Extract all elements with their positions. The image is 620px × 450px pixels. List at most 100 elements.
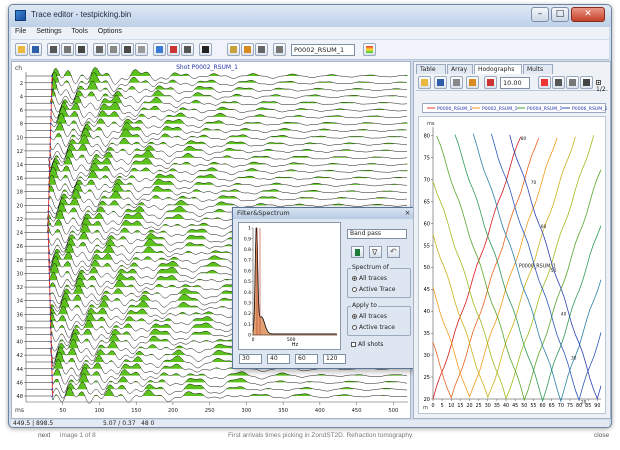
next-link[interactable]: next	[38, 432, 50, 439]
zoom-button[interactable]	[227, 43, 240, 56]
apply-active-trace-radio[interactable]: Active trace	[352, 324, 395, 331]
hodo-settings-button[interactable]	[466, 76, 479, 89]
filter-type-select[interactable]: Band pass	[347, 229, 407, 239]
trace-fill	[55, 128, 401, 138]
velocity-button[interactable]	[199, 43, 212, 56]
pick-point	[47, 197, 50, 200]
caption-text: First arrivals times picking in ZondST2D…	[228, 432, 414, 439]
hodo-zoom-input[interactable]: 10.00	[500, 77, 530, 89]
grid-button[interactable]	[121, 43, 134, 56]
gain-button[interactable]	[93, 43, 106, 56]
status-value: 5.07 / 0.37	[103, 420, 136, 427]
pick-point	[48, 184, 50, 186]
seismogram-panel[interactable]: Shot P0002_RSUM_1 ch ms 2 4 6 8 10 12 14 16 18 20…	[11, 61, 415, 419]
minimize-button[interactable]: –	[531, 7, 549, 22]
pick-point	[48, 286, 51, 288]
hodo-x-tick: 15	[457, 403, 463, 409]
filter-funnel-button[interactable]: ∇	[369, 246, 382, 258]
spectrum-active-trace-radio[interactable]: Active Trace	[352, 286, 395, 293]
tools-button[interactable]	[273, 43, 286, 56]
spectrum-y-tick: 0.7	[244, 258, 251, 264]
undo-button[interactable]	[255, 43, 268, 56]
hodo-scale-button[interactable]	[552, 76, 565, 89]
spectrum-all-traces-radio[interactable]: All traces	[352, 275, 387, 282]
hodo-copy-button[interactable]	[450, 76, 463, 89]
save-button[interactable]	[29, 43, 42, 56]
freq-input-1[interactable]: 30	[239, 354, 262, 364]
spectrum-x-tick: 0	[252, 337, 255, 343]
hodo-x-tick: 60	[540, 403, 546, 409]
dialog-close-button[interactable]: ×	[403, 209, 412, 218]
channel-tick-label: 40	[16, 340, 23, 346]
trace-select[interactable]: P0002_RSUM_1	[291, 44, 355, 56]
close-button[interactable]: ✕	[571, 7, 605, 22]
menu-options[interactable]: Options	[94, 27, 126, 36]
half-checkbox[interactable]: 1/2	[596, 79, 608, 93]
tab-array[interactable]: Array	[447, 64, 473, 74]
hodo-point-label: 70	[531, 180, 537, 186]
freq-input-3[interactable]: 60	[295, 354, 318, 364]
hodo-x-tick: 75	[567, 403, 573, 409]
maximize-button[interactable]: □	[551, 7, 569, 22]
pick-point	[49, 136, 52, 139]
area-button[interactable]	[75, 43, 88, 56]
spectrum-x-axis: 0 500	[252, 337, 296, 343]
status-bar: 449.5 | 898.5 5.07 / 0.37 48 0	[11, 420, 609, 427]
menu-tools[interactable]: Tools	[67, 27, 91, 36]
freq-input-4[interactable]: 120	[323, 354, 346, 364]
time-tick-label: 500	[388, 408, 398, 414]
freq-input-2[interactable]: 40	[267, 354, 290, 364]
fill-button[interactable]	[61, 43, 74, 56]
spectrum-y-tick: 0.9	[244, 236, 251, 242]
apply-all-traces-radio[interactable]: All traces	[352, 313, 387, 320]
tab-hodographs[interactable]: Hodographs	[474, 64, 522, 74]
hodo-open-button[interactable]	[418, 76, 431, 89]
pick-point	[47, 224, 49, 227]
image-button[interactable]	[135, 43, 148, 56]
wiggle-button[interactable]	[47, 43, 60, 56]
pick-point	[48, 190, 50, 193]
hodo-ruler-button[interactable]	[566, 76, 579, 89]
toolbar: P0002_RSUM_1	[11, 40, 609, 60]
open-button[interactable]	[15, 43, 28, 56]
legend-item: P0006_RSUM_1	[572, 106, 607, 112]
pick-point	[51, 374, 53, 377]
pick-point	[49, 293, 51, 295]
hodo-fit-button[interactable]	[580, 76, 593, 89]
lock-button[interactable]	[241, 43, 254, 56]
menu-file[interactable]: File	[11, 27, 30, 36]
color-scale-button[interactable]	[363, 43, 376, 56]
channel-tick-label: 12	[16, 149, 23, 155]
channel-tick-label: 6	[20, 108, 23, 114]
hodo-y-tick: 60	[424, 221, 430, 227]
hodo-save-button[interactable]	[434, 76, 447, 89]
spectrum-x-label: Hz	[292, 342, 299, 348]
pick-button[interactable]	[153, 43, 166, 56]
filter-spectrum-dialog: Filter&Spectrum × 1 0.9 0.8 0.7 0.6 0.5 0.4 0.3…	[232, 207, 415, 369]
hodograph-chart[interactable]: 20 25 30 35 40 45 50 55 60 65 70 75 80 0 5 10 15 20 25 30 35…	[418, 116, 606, 414]
hodo-pick-button[interactable]	[484, 76, 497, 89]
all-shots-checkbox[interactable]: All shots	[351, 341, 383, 348]
filter-undo-button[interactable]: ↶	[387, 246, 400, 258]
pick-point	[48, 272, 51, 275]
spectrum-y-axis: 10.90.80.70.60.50.40.30.20.10	[244, 226, 253, 339]
pick-point	[48, 279, 51, 282]
channel-tick-label: 30	[16, 271, 23, 277]
hodo-grid-button[interactable]	[538, 76, 551, 89]
tab-table[interactable]: Table	[416, 64, 446, 74]
close-link[interactable]: close	[594, 432, 609, 439]
mute-button[interactable]	[181, 43, 194, 56]
scale-button[interactable]	[107, 43, 120, 56]
menu-settings[interactable]: Settings	[32, 27, 65, 36]
filter-apply-button[interactable]	[351, 246, 364, 258]
status-coords: 449.5 | 898.5	[13, 420, 54, 427]
dialog-title: Filter&Spectrum	[233, 208, 414, 219]
x-unit-label: m	[423, 405, 428, 411]
spectrum-chart: 1 0.9 0.8 0.7 0.6 0.5 0.4 0.3 0.2 0.1 0 0 500 Hz	[238, 222, 341, 350]
pick-point	[51, 395, 54, 397]
pick-point	[50, 88, 53, 91]
pick-point	[49, 143, 52, 145]
pick-point	[49, 320, 52, 322]
filter-button[interactable]	[167, 43, 180, 56]
tab-mults[interactable]: Mults	[523, 64, 553, 74]
